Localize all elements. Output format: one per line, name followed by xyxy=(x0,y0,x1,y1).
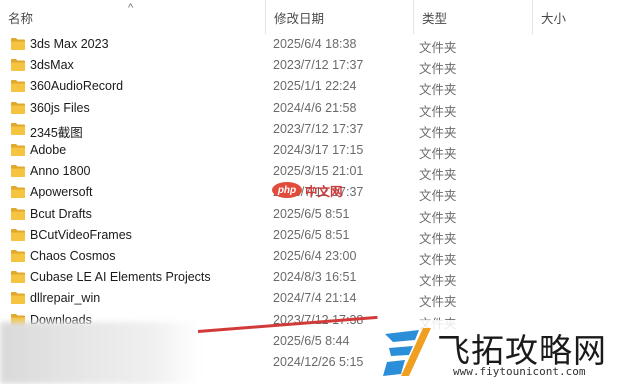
modified-date: 2023/7/12 17:37 xyxy=(273,121,364,136)
file-name: 360AudioRecord xyxy=(30,79,124,94)
folder-icon xyxy=(11,207,25,220)
file-name: 2345截图 xyxy=(30,125,83,140)
file-type: 文件夹 xyxy=(419,274,457,289)
column-header-bar: 名称 ^ 修改日期 类型 大小 xyxy=(0,0,622,34)
file-type: 文件夹 xyxy=(419,210,457,225)
column-header-date[interactable]: 修改日期 xyxy=(266,0,413,34)
php-watermark: php 中文网 xyxy=(272,180,352,200)
file-type: 文件夹 xyxy=(419,62,457,77)
modified-date: 2025/6/5 8:51 xyxy=(273,227,350,242)
modified-date: 2024/7/4 21:14 xyxy=(273,291,357,306)
modified-date: 2025/6/5 8:51 xyxy=(273,206,350,221)
file-type: 文件夹 xyxy=(419,253,457,267)
folder-icon xyxy=(11,80,25,93)
modified-date: 2024/4/6 21:58 xyxy=(273,100,357,115)
file-name: 3ds Max 2023 xyxy=(30,37,109,51)
php-watermark-text: 中文网 xyxy=(305,184,343,199)
modified-date: 2024/8/3 16:51 xyxy=(273,270,357,285)
list-item[interactable]: Chaos Cosmos 2025/6/4 23:00 文件夹 xyxy=(0,246,622,267)
file-type: 文件夹 xyxy=(419,295,457,310)
file-name: BCutVideoFrames xyxy=(30,227,132,242)
modified-date: 2024/3/17 17:15 xyxy=(273,143,364,157)
column-header-size[interactable]: 大小 xyxy=(533,0,622,34)
list-item[interactable]: 3dsMax 2023/7/12 17:37 文件夹 xyxy=(0,55,622,76)
column-header-date-label: 修改日期 xyxy=(274,11,325,26)
modified-date: 2025/6/4 23:00 xyxy=(273,249,357,263)
folder-icon xyxy=(11,101,25,114)
folder-icon xyxy=(11,122,25,135)
column-header-size-label: 大小 xyxy=(541,11,567,26)
file-type: 文件夹 xyxy=(419,125,457,140)
list-item[interactable]: dllrepair_win 2024/7/4 21:14 文件夹 xyxy=(0,288,622,309)
folder-icon xyxy=(11,144,25,156)
file-name: Cubase LE AI Elements Projects xyxy=(30,270,211,285)
folder-icon xyxy=(11,38,25,50)
file-name: Adobe xyxy=(30,143,67,157)
list-item[interactable]: Bcut Drafts 2025/6/5 8:51 文件夹 xyxy=(0,204,622,225)
sort-ascending-icon: ^ xyxy=(128,2,134,14)
list-item[interactable]: Adobe 2024/3/17 17:15 文件夹 xyxy=(0,140,622,161)
file-name: dllrepair_win xyxy=(30,291,101,306)
site-logo-icon xyxy=(383,328,431,376)
folder-icon xyxy=(11,186,25,199)
modified-date: 2023/7/12 17:37 xyxy=(273,58,364,73)
file-type: 文件夹 xyxy=(419,147,457,161)
folder-icon xyxy=(11,250,25,262)
file-type: 文件夹 xyxy=(419,104,457,119)
list-item[interactable]: 360js Files 2024/4/6 21:58 文件夹 xyxy=(0,98,622,119)
folder-icon xyxy=(11,165,25,178)
site-watermark: 飞拓攻略网 www.fiytounicont.com xyxy=(375,320,622,384)
blurred-region xyxy=(0,322,200,384)
file-type: 文件夹 xyxy=(419,168,457,183)
folder-icon xyxy=(11,59,25,72)
folder-icon xyxy=(11,271,25,284)
file-type: 文件夹 xyxy=(419,231,457,246)
modified-date: 2024/12/26 5:15 xyxy=(273,355,364,369)
modified-date: 2025/6/5 8:44 xyxy=(273,333,350,348)
folder-icon xyxy=(11,292,25,305)
file-name: 360js Files xyxy=(30,100,90,115)
file-name: Anno 1800 xyxy=(30,164,91,179)
file-name: 3dsMax xyxy=(30,58,74,73)
list-item[interactable]: BCutVideoFrames 2025/6/5 8:51 文件夹 xyxy=(0,225,622,246)
modified-date: 2025/6/4 18:38 xyxy=(273,37,357,51)
file-type: 文件夹 xyxy=(419,83,457,98)
file-name: Apowersoft xyxy=(30,185,93,200)
file-type: 文件夹 xyxy=(419,189,457,204)
folder-icon xyxy=(11,228,25,241)
list-item[interactable]: 3ds Max 2023 2025/6/4 18:38 文件夹 xyxy=(0,34,622,55)
column-header-type[interactable]: 类型 xyxy=(414,0,532,34)
column-header-name-label: 名称 xyxy=(8,11,34,26)
column-header-type-label: 类型 xyxy=(422,11,448,26)
site-url: www.fiytounicont.com xyxy=(453,365,586,378)
file-name: Bcut Drafts xyxy=(30,206,92,221)
modified-date: 2025/3/15 21:01 xyxy=(273,164,364,179)
modified-date: 2025/1/1 22:24 xyxy=(273,79,357,94)
list-item[interactable]: 360AudioRecord 2025/1/1 22:24 文件夹 xyxy=(0,76,622,97)
php-logo: php xyxy=(272,182,302,198)
file-name: Chaos Cosmos xyxy=(30,249,116,263)
list-item[interactable]: 2345截图 2023/7/12 17:37 文件夹 xyxy=(0,119,622,140)
list-item[interactable]: Cubase LE AI Elements Projects 2024/8/3 1… xyxy=(0,267,622,288)
file-type: 文件夹 xyxy=(419,41,457,55)
